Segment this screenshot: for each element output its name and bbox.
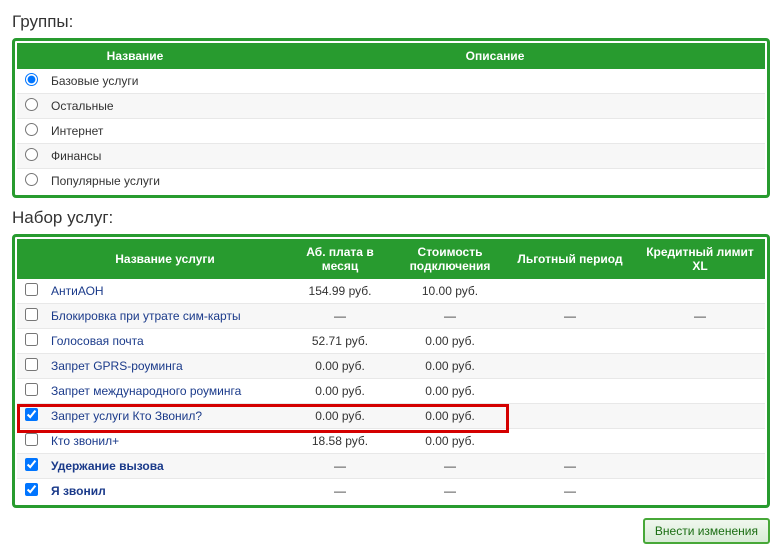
services-header-ctrl bbox=[17, 239, 45, 279]
service-link[interactable]: АнтиАОН bbox=[51, 284, 104, 298]
service-grace bbox=[505, 279, 635, 304]
service-checkbox[interactable] bbox=[25, 283, 38, 296]
service-monthly: 0.00 руб. bbox=[285, 379, 395, 404]
services-header-monthly: Аб. плата в месяц bbox=[285, 239, 395, 279]
service-connect-cost: 0.00 руб. bbox=[395, 354, 505, 379]
services-header-connect: Стоимость подключения bbox=[395, 239, 505, 279]
service-credit bbox=[635, 354, 765, 379]
service-row: Голосовая почта 52.71 руб.0.00 руб. bbox=[17, 329, 765, 354]
services-header-name: Название услуги bbox=[45, 239, 285, 279]
service-monthly: — bbox=[285, 304, 395, 329]
service-grace bbox=[505, 354, 635, 379]
service-monthly: 154.99 руб. bbox=[285, 279, 395, 304]
group-radio[interactable] bbox=[25, 98, 38, 111]
service-monthly: 0.00 руб. bbox=[285, 404, 395, 429]
service-grace: — bbox=[505, 454, 635, 479]
group-radio[interactable] bbox=[25, 123, 38, 136]
service-link[interactable]: Запрет услуги Кто Звонил? bbox=[51, 409, 202, 423]
service-grace bbox=[505, 329, 635, 354]
service-checkbox[interactable] bbox=[25, 308, 38, 321]
service-row: Кто звонил+ 18.58 руб.0.00 руб. bbox=[17, 429, 765, 454]
groups-header-name: Название bbox=[45, 43, 225, 69]
group-radio[interactable] bbox=[25, 173, 38, 186]
service-credit bbox=[635, 404, 765, 429]
service-connect-cost: 0.00 руб. bbox=[395, 379, 505, 404]
service-grace bbox=[505, 379, 635, 404]
service-grace: — bbox=[505, 304, 635, 329]
services-header-credit: Кредитный лимит XL bbox=[635, 239, 765, 279]
service-credit bbox=[635, 429, 765, 454]
service-link[interactable]: Запрет GPRS-роуминга bbox=[51, 359, 183, 373]
group-radio[interactable] bbox=[25, 148, 38, 161]
group-row: Базовые услуги bbox=[17, 69, 765, 94]
service-checkbox[interactable] bbox=[25, 483, 38, 496]
group-row: Остальные bbox=[17, 94, 765, 119]
service-grace bbox=[505, 429, 635, 454]
group-label: Базовые услуги bbox=[45, 69, 765, 94]
group-row: Популярные услуги bbox=[17, 169, 765, 194]
group-radio[interactable] bbox=[25, 73, 38, 86]
services-panel: Название услуги Аб. плата в месяц Стоимо… bbox=[12, 234, 770, 508]
group-label: Интернет bbox=[45, 119, 765, 144]
groups-table: Название Описание Базовые услугиОстальны… bbox=[17, 43, 765, 193]
service-monthly: 52.71 руб. bbox=[285, 329, 395, 354]
services-table: Название услуги Аб. плата в месяц Стоимо… bbox=[17, 239, 765, 503]
service-credit bbox=[635, 479, 765, 504]
service-row: АнтиАОН 154.99 руб.10.00 руб. bbox=[17, 279, 765, 304]
service-link[interactable]: Запрет международного роуминга bbox=[51, 384, 241, 398]
group-label: Популярные услуги bbox=[45, 169, 765, 194]
service-link[interactable]: Удержание вызова bbox=[51, 459, 164, 473]
groups-panel: Название Описание Базовые услугиОстальны… bbox=[12, 38, 770, 198]
service-credit bbox=[635, 454, 765, 479]
group-label: Остальные bbox=[45, 94, 765, 119]
service-connect-cost: 0.00 руб. bbox=[395, 429, 505, 454]
service-link[interactable]: Блокировка при утрате сим-карты bbox=[51, 309, 241, 323]
service-link[interactable]: Голосовая почта bbox=[51, 334, 144, 348]
service-row: Запрет услуги Кто Звонил? 0.00 руб.0.00 р… bbox=[17, 404, 765, 429]
group-row: Финансы bbox=[17, 144, 765, 169]
services-header-grace: Льготный период bbox=[505, 239, 635, 279]
service-checkbox[interactable] bbox=[25, 433, 38, 446]
service-checkbox[interactable] bbox=[25, 408, 38, 421]
service-grace bbox=[505, 404, 635, 429]
service-checkbox[interactable] bbox=[25, 358, 38, 371]
group-label: Финансы bbox=[45, 144, 765, 169]
service-row: Удержание вызова——— bbox=[17, 454, 765, 479]
service-checkbox[interactable] bbox=[25, 458, 38, 471]
service-monthly: — bbox=[285, 454, 395, 479]
service-row: Запрет международного роуминга 0.00 руб.0… bbox=[17, 379, 765, 404]
service-link[interactable]: Кто звонил+ bbox=[51, 434, 119, 448]
service-credit bbox=[635, 279, 765, 304]
service-row: Запрет GPRS-роуминга 0.00 руб.0.00 руб. bbox=[17, 354, 765, 379]
service-row: Я звонил——— bbox=[17, 479, 765, 504]
service-connect-cost: — bbox=[395, 304, 505, 329]
service-credit bbox=[635, 329, 765, 354]
groups-header-ctrl bbox=[17, 43, 45, 69]
groups-title: Группы: bbox=[12, 12, 770, 32]
service-grace: — bbox=[505, 479, 635, 504]
service-credit bbox=[635, 379, 765, 404]
service-connect-cost: 0.00 руб. bbox=[395, 329, 505, 354]
groups-header-desc: Описание bbox=[225, 43, 765, 69]
group-row: Интернет bbox=[17, 119, 765, 144]
service-connect-cost: 0.00 руб. bbox=[395, 404, 505, 429]
service-monthly: — bbox=[285, 479, 395, 504]
service-connect-cost: 10.00 руб. bbox=[395, 279, 505, 304]
service-row: Блокировка при утрате сим-карты———— bbox=[17, 304, 765, 329]
service-monthly: 18.58 руб. bbox=[285, 429, 395, 454]
service-connect-cost: — bbox=[395, 479, 505, 504]
service-monthly: 0.00 руб. bbox=[285, 354, 395, 379]
service-credit: — bbox=[635, 304, 765, 329]
services-title: Набор услуг: bbox=[12, 208, 770, 228]
service-connect-cost: — bbox=[395, 454, 505, 479]
service-checkbox[interactable] bbox=[25, 333, 38, 346]
service-link[interactable]: Я звонил bbox=[51, 484, 106, 498]
submit-button[interactable]: Внести изменения bbox=[643, 518, 770, 544]
service-checkbox[interactable] bbox=[25, 383, 38, 396]
